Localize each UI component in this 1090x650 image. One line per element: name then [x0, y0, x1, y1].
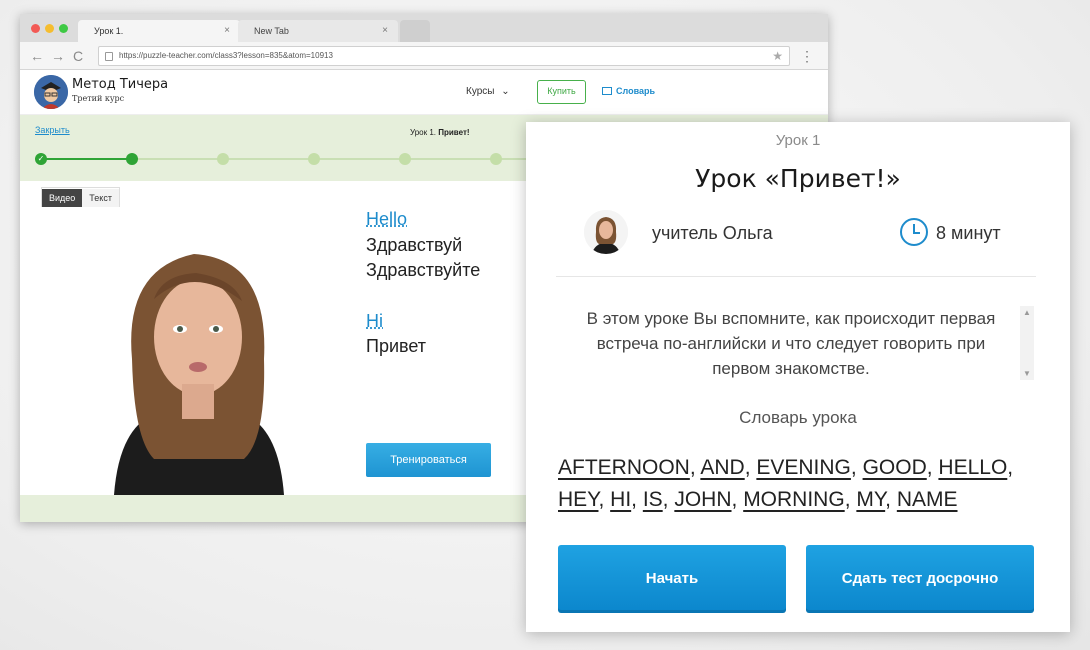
bookmark-star-icon[interactable]: ★ [772, 47, 783, 65]
url-field[interactable]: https://puzzle-teacher.com/class3?lesson… [98, 46, 790, 66]
browser-menu-icon[interactable]: ⋮ [800, 46, 814, 66]
maximize-window-button[interactable] [59, 24, 68, 33]
phrase-en-hello[interactable]: Hello [366, 209, 407, 230]
buy-button[interactable]: Купить [537, 80, 586, 104]
vocab-word[interactable]: HELLO [938, 456, 1007, 479]
teacher-video-frame [44, 209, 354, 495]
forward-arrow-icon[interactable]: → [51, 46, 65, 66]
address-bar: ← → C https://puzzle-teacher.com/class3?… [20, 42, 828, 70]
step-completed-check-icon[interactable]: ✓ [35, 153, 47, 165]
back-arrow-icon[interactable]: ← [30, 46, 44, 66]
view-toggle: Видео Текст [41, 187, 120, 207]
minimize-window-button[interactable] [45, 24, 54, 33]
tab-lesson[interactable]: Урок 1. × [78, 20, 240, 42]
vocab-word[interactable]: MY [856, 488, 885, 511]
url-text: https://puzzle-teacher.com/class3?lesson… [119, 51, 333, 60]
train-button[interactable]: Тренироваться [366, 443, 491, 477]
divider [556, 276, 1036, 277]
take-test-early-button[interactable]: Сдать тест досрочно [806, 545, 1034, 613]
vocabulary-list: AFTERNOON, AND, EVENING, GOOD, HELLO, HE… [558, 456, 1014, 511]
logo-avatar[interactable] [34, 75, 68, 109]
dictionary-link[interactable]: Словарь [602, 86, 655, 96]
progress-fill [42, 158, 132, 160]
vocab-word[interactable]: AND [700, 456, 744, 479]
vocab-word[interactable]: HEY [558, 488, 598, 511]
lesson-number: Урок 1. [410, 128, 437, 137]
phrase-en-hi[interactable]: Hi [366, 311, 383, 332]
courses-menu[interactable]: Курсы ⌄ [466, 86, 510, 97]
step[interactable] [308, 153, 320, 165]
lesson-duration: 8 минут [936, 223, 1001, 243]
reload-icon[interactable]: C [73, 46, 83, 66]
vocab-word[interactable]: NAME [897, 488, 958, 511]
site-header: Метод Тичера Третий курс Курсы ⌄ Купить … [20, 71, 828, 115]
chevron-down-icon: ⌄ [501, 86, 510, 97]
dictionary-label: Словарь [616, 86, 656, 96]
start-button[interactable]: Начать [558, 545, 786, 613]
vocab-word[interactable]: AFTERNOON [558, 456, 690, 479]
vocabulary-title: Словарь урока [739, 408, 857, 427]
lesson-intro-modal: Урок 1 Урок «Привет!» учитель Ольга 8 ми… [526, 122, 1070, 632]
lesson-name: Привет! [438, 128, 470, 137]
close-lesson-link[interactable]: Закрыть [35, 125, 70, 135]
close-icon[interactable]: × [224, 20, 230, 42]
scroll-down-icon[interactable]: ▼ [1020, 369, 1034, 378]
vocab-word[interactable]: HI [610, 488, 631, 511]
clock-icon [900, 218, 928, 246]
tab-new-tab[interactable]: New Tab × [238, 20, 398, 42]
lesson-description: В этом уроке Вы вспомните, как происходи… [586, 309, 996, 378]
tab-label: Урок 1. [94, 26, 124, 36]
lesson-number: Урок 1 [775, 132, 821, 149]
courses-label: Курсы [466, 86, 495, 97]
video-player[interactable] [44, 209, 354, 495]
tab-label: New Tab [254, 26, 289, 36]
vocab-word[interactable]: IS [643, 488, 663, 511]
vocab-word[interactable]: EVENING [756, 456, 851, 479]
book-icon [602, 87, 612, 95]
lesson-breadcrumb: Урок 1. Привет! [410, 128, 470, 137]
description-scrollbar[interactable]: ▲ ▼ [1020, 306, 1034, 380]
tab-video[interactable]: Видео [42, 189, 83, 207]
step[interactable] [399, 153, 411, 165]
phrase-ru: Здравствуйте [366, 260, 481, 280]
vocab-word[interactable]: JOHN [674, 488, 731, 511]
step[interactable] [490, 153, 502, 165]
phrase-ru: Привет [366, 336, 427, 356]
step[interactable] [217, 153, 229, 165]
close-icon[interactable]: × [382, 20, 388, 42]
teacher-name: учитель Ольга [652, 223, 773, 243]
lock-icon [105, 52, 113, 61]
tab-bar: Урок 1. × New Tab × [20, 14, 828, 42]
close-window-button[interactable] [31, 24, 40, 33]
new-tab-button[interactable] [400, 20, 430, 42]
step-current[interactable] [126, 153, 138, 165]
modal-title: Урок «Привет!» [695, 164, 901, 193]
scroll-up-icon[interactable]: ▲ [1020, 308, 1034, 317]
phrase-ru: Здравствуй [366, 235, 463, 255]
teacher-avatar [584, 210, 628, 254]
logo-title[interactable]: Метод Тичера [72, 77, 168, 92]
tab-text[interactable]: Текст [82, 189, 119, 207]
vocab-word[interactable]: MORNING [743, 488, 845, 511]
logo-subtitle: Третий курс [72, 94, 125, 103]
vocab-word[interactable]: GOOD [863, 456, 927, 479]
